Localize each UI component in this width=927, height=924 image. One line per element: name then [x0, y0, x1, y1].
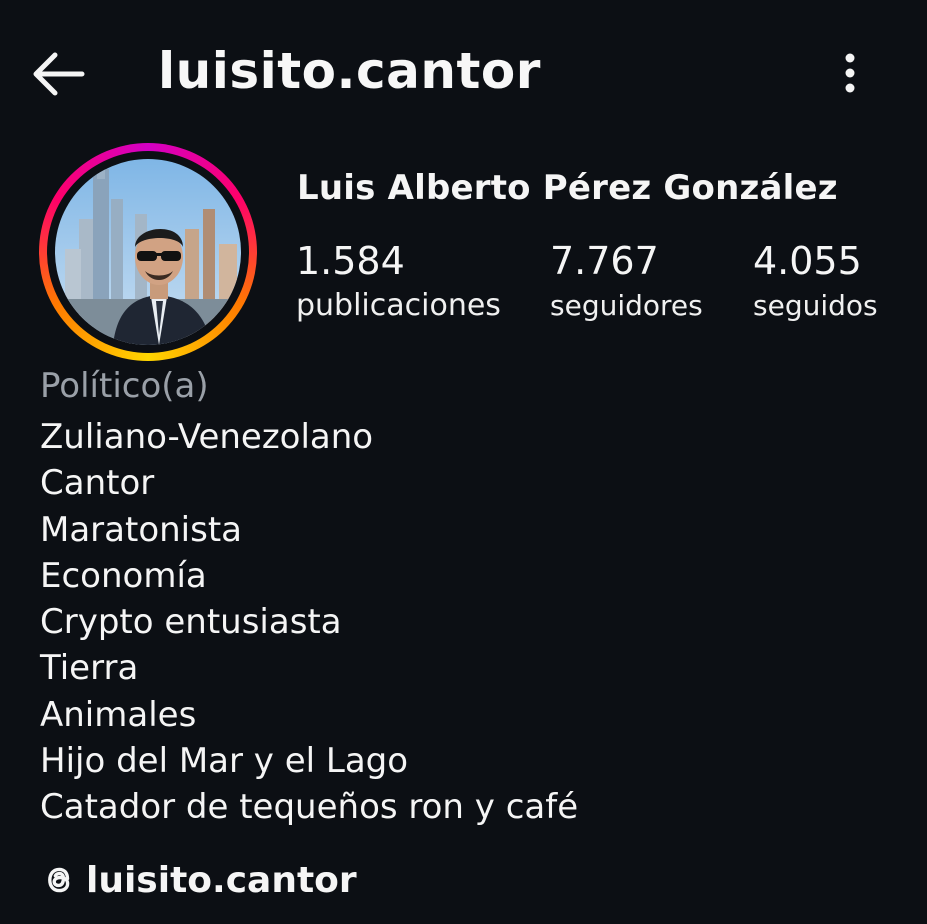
bio-line: Animales — [40, 694, 197, 735]
posts-count[interactable]: 1.584 publicaciones — [296, 238, 501, 324]
followers-count[interactable]: 7.767 seguidores — [550, 238, 703, 324]
bio-line: Crypto entusiasta — [40, 602, 342, 643]
bio-line: Tierra — [40, 648, 139, 689]
following-count-value: 4.055 — [753, 239, 862, 283]
following-count-label: seguidos — [753, 289, 878, 322]
bio-line: Catador de tequeños ron y café — [40, 787, 579, 828]
posts-count-value: 1.584 — [296, 239, 405, 283]
arrow-left-icon — [33, 52, 85, 96]
bio-line: Cantor — [40, 463, 155, 504]
more-options-button[interactable] — [830, 50, 870, 98]
profile-full-name: Luis Alberto Pérez González — [297, 168, 838, 208]
profile-username-title: luisito.cantor — [158, 42, 541, 100]
profile-photo[interactable] — [55, 159, 241, 345]
profile-photo-image — [55, 159, 241, 345]
story-ring[interactable] — [39, 143, 257, 361]
followers-count-value: 7.767 — [550, 239, 659, 283]
threads-profile-link[interactable]: luisito.cantor — [40, 854, 357, 906]
profile-bio: Zuliano-Venezolano Cantor Maratonista Ec… — [40, 414, 578, 831]
threads-handle: luisito.cantor — [86, 859, 357, 901]
bio-line: Zuliano-Venezolano — [40, 417, 374, 457]
bio-line: Maratonista — [40, 509, 242, 550]
back-button[interactable] — [22, 46, 94, 102]
vertical-ellipsis-icon — [845, 53, 855, 93]
bio-line: Hijo del Mar y el Lago — [40, 741, 409, 782]
bio-line: Economía — [40, 555, 207, 596]
following-count[interactable]: 4.055 seguidos — [753, 238, 878, 324]
threads-icon — [40, 861, 78, 899]
profile-category: Político(a) — [40, 366, 209, 406]
followers-count-label: seguidores — [550, 289, 703, 322]
posts-count-label: publicaciones — [296, 288, 501, 323]
